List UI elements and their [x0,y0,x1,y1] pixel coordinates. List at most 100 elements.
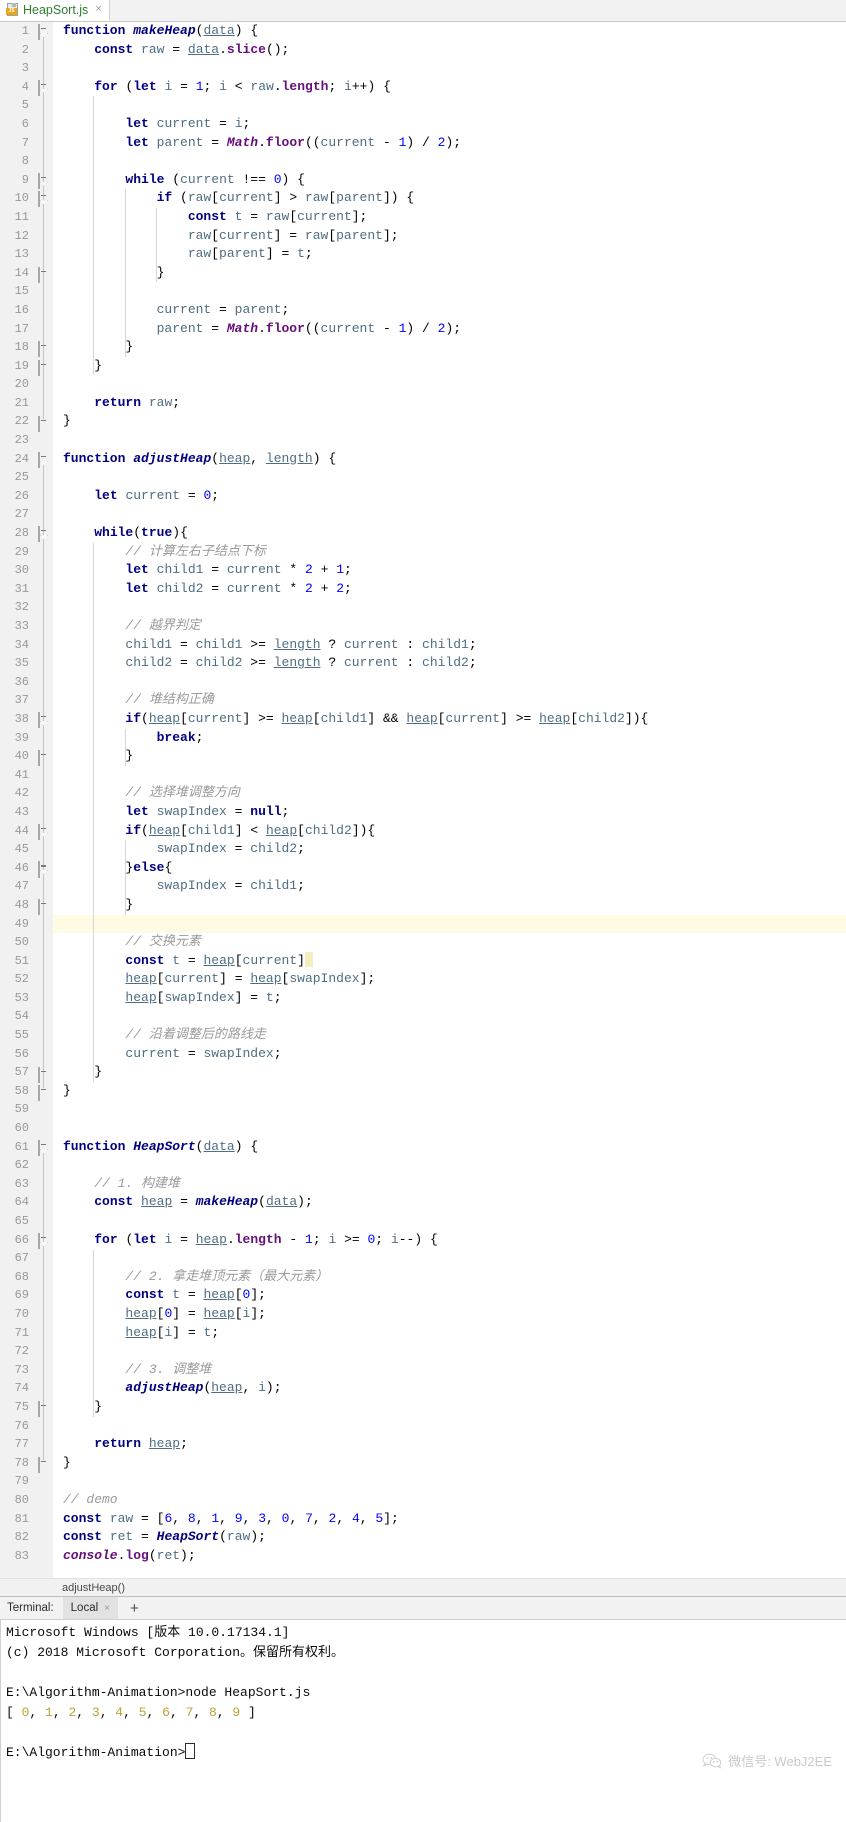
code-line[interactable]: let current = i; [53,115,846,134]
code-line[interactable]: break; [53,729,846,748]
fold-marker-end[interactable] [38,415,49,432]
code-line[interactable]: // 3. 调整堆 [53,1361,846,1380]
code-line[interactable]: while(true){ [53,524,846,543]
code-line[interactable]: } [53,1398,846,1417]
code-line[interactable] [53,1472,846,1491]
code-line[interactable] [53,914,846,934]
terminal-tab-local[interactable]: Local × [62,1597,118,1619]
code-line[interactable]: raw[current] = raw[parent]; [53,227,846,246]
code-line[interactable]: const raw = data.slice(); [53,41,846,60]
code-line[interactable]: // 计算左右子结点下标 [53,543,846,562]
code-line[interactable]: } [53,896,846,915]
code-line[interactable] [53,1156,846,1175]
code-line[interactable]: // demo [53,1491,846,1510]
code-line[interactable]: } [53,338,846,357]
code-line[interactable]: for (let i = 1; i < raw.length; i++) { [53,78,846,97]
code-line[interactable]: return raw; [53,394,846,413]
code-line[interactable]: // 2. 拿走堆顶元素（最大元素） [53,1268,846,1287]
code-line[interactable]: heap[0] = heap[i]; [53,1305,846,1324]
code-line[interactable]: if(heap[current] >= heap[child1] && heap… [53,710,846,729]
code-line[interactable]: // 越界判定 [53,617,846,636]
code-line[interactable] [53,468,846,487]
fold-marker-end[interactable] [38,359,49,376]
code-text-area[interactable]: function makeHeap(data) { const raw = da… [53,22,846,1578]
fold-marker-expanded[interactable] [38,24,49,40]
code-line[interactable]: const t = heap[current] [53,951,846,971]
code-line[interactable]: function makeHeap(data) { [53,22,846,41]
code-line[interactable]: if (raw[current] > raw[parent]) { [53,189,846,208]
code-line[interactable]: // 1. 构建堆 [53,1175,846,1194]
code-line[interactable]: let child1 = current * 2 + 1; [53,561,846,580]
code-line[interactable]: } [53,264,846,283]
code-line[interactable] [53,1007,846,1026]
editor-tab-heapsort[interactable]: JS HeapSort.js × [0,0,110,21]
fold-marker-expanded[interactable] [38,861,49,877]
code-line[interactable]: } [53,1454,846,1473]
fold-marker-end[interactable] [38,341,49,358]
code-line[interactable] [53,431,846,450]
fold-marker-expanded[interactable] [38,526,49,543]
code-line[interactable] [53,1100,846,1119]
code-line[interactable] [53,598,846,617]
code-line[interactable]: heap[i] = t; [53,1324,846,1343]
code-line[interactable] [53,1119,846,1138]
code-line[interactable]: swapIndex = child1; [53,877,846,896]
code-line[interactable]: adjustHeap(heap, i); [53,1379,846,1398]
fold-marker-end[interactable] [38,266,49,283]
code-line[interactable]: function HeapSort(data) { [53,1138,846,1157]
code-line[interactable]: } [53,412,846,431]
fold-marker-end[interactable] [38,1401,49,1418]
fold-marker-expanded[interactable] [38,79,49,96]
code-line[interactable]: } [53,1063,846,1082]
code-line[interactable]: current = parent; [53,301,846,320]
fold-marker-end[interactable] [38,1066,49,1083]
fold-marker-expanded[interactable] [38,451,49,468]
fold-marker-expanded[interactable] [38,1140,49,1156]
code-line[interactable]: const raw = [6, 8, 1, 9, 3, 0, 7, 2, 4, … [53,1510,846,1529]
code-line[interactable] [53,1249,846,1268]
code-line[interactable]: const heap = makeHeap(data); [53,1193,846,1212]
code-line[interactable]: function adjustHeap(heap, length) { [53,450,846,469]
terminal-prompt-line[interactable]: E:\Algorithm-Animation> [2,1743,846,1763]
code-line[interactable]: return heap; [53,1435,846,1454]
code-line[interactable]: const ret = HeapSort(raw); [53,1528,846,1547]
code-line[interactable]: if(heap[child1] < heap[child2]){ [53,822,846,841]
fold-marker-end[interactable] [38,1457,49,1474]
fold-marker-expanded[interactable] [38,823,49,840]
code-line[interactable] [53,505,846,524]
code-line[interactable]: for (let i = heap.length - 1; i >= 0; i-… [53,1231,846,1250]
fold-marker-expanded[interactable] [38,191,49,208]
code-line[interactable]: let current = 0; [53,487,846,506]
code-line[interactable]: child1 = child1 >= length ? current : ch… [53,636,846,655]
code-line[interactable]: console.log(ret); [53,1547,846,1566]
code-line[interactable]: // 堆结构正确 [53,691,846,710]
code-line[interactable]: swapIndex = child2; [53,840,846,859]
fold-marker-expanded[interactable] [38,712,49,729]
code-line[interactable]: let swapIndex = null; [53,803,846,822]
code-line[interactable]: current = swapIndex; [53,1045,846,1064]
code-folding-gutter[interactable] [33,22,53,1578]
code-line[interactable]: }else{ [53,859,846,878]
fold-marker-end[interactable] [38,1085,49,1102]
code-line[interactable]: child2 = child2 >= length ? current : ch… [53,654,846,673]
code-line[interactable] [53,375,846,394]
code-line[interactable]: heap[swapIndex] = t; [53,989,846,1008]
code-line[interactable] [53,1342,846,1361]
code-line[interactable]: parent = Math.floor((current - 1) / 2); [53,320,846,339]
fold-marker-end[interactable] [38,750,49,767]
code-line[interactable]: const t = raw[current]; [53,208,846,227]
code-line[interactable]: } [53,1082,846,1101]
fold-marker-end[interactable] [38,899,49,916]
code-line[interactable] [53,1212,846,1231]
close-icon[interactable]: × [95,4,101,15]
code-line[interactable] [53,766,846,785]
code-line[interactable]: // 选择堆调整方向 [53,784,846,803]
code-line[interactable] [53,282,846,301]
code-line[interactable]: } [53,357,846,376]
code-line[interactable] [53,1417,846,1436]
code-line[interactable] [53,96,846,115]
code-line[interactable]: } [53,747,846,766]
close-icon[interactable]: × [104,1603,110,1614]
code-line[interactable]: let child2 = current * 2 + 2; [53,580,846,599]
code-line[interactable] [53,59,846,78]
